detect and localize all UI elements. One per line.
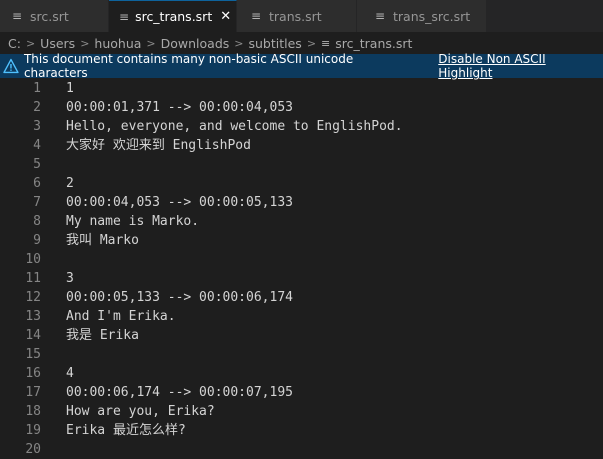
code-line[interactable]: 11 3 [0, 269, 603, 288]
code-line[interactable]: 3 Hello, everyone, and welcome to English… [0, 117, 603, 136]
file-lines-icon: ≡ [374, 9, 386, 23]
code-editor[interactable]: 1 1 2 00:00:01,371 --> 00:00:04,053 3 Hello, … [0, 78, 603, 459]
code-line[interactable]: 8 My name is Marko. [0, 212, 603, 231]
tab-trans-src-srt[interactable]: ≡ trans_src.srt [357, 0, 487, 32]
warning-icon [3, 58, 19, 74]
code-line[interactable]: 20 [0, 440, 603, 459]
code-line[interactable]: 18 How are you, Erika? [0, 402, 603, 421]
file-lines-icon: ≡ [250, 9, 262, 23]
breadcrumb-item[interactable]: C: [8, 36, 21, 51]
line-text: 00:00:04,053 --> 00:00:05,133 [66, 195, 293, 210]
line-number: 9 [33, 233, 41, 248]
disable-ascii-highlight-link[interactable]: Disable Non ASCII Highlight [438, 52, 603, 80]
code-line[interactable]: 13 And I'm Erika. [0, 307, 603, 326]
line-number: 16 [25, 366, 41, 381]
chevron-right-icon: > [25, 36, 36, 50]
close-icon[interactable]: ✕ [220, 9, 231, 24]
line-text: 4 [66, 366, 74, 381]
breadcrumb-item[interactable]: Downloads [161, 36, 230, 51]
line-text: 3 [66, 271, 74, 286]
line-number: 12 [25, 290, 41, 305]
line-text: 我叫 Marko [66, 233, 139, 248]
chevron-right-icon: > [80, 36, 90, 50]
code-line[interactable]: 2 00:00:01,371 --> 00:00:04,053 [0, 98, 603, 117]
line-number: 11 [25, 271, 41, 286]
code-line[interactable]: 16 4 [0, 364, 603, 383]
ascii-warning-banner: This document contains many non-basic AS… [0, 52, 603, 80]
line-text: How are you, Erika? [66, 404, 215, 419]
line-number: 13 [25, 309, 41, 324]
file-lines-icon: ≡ [11, 9, 23, 23]
line-number: 20 [25, 442, 41, 457]
line-number: 6 [33, 176, 41, 191]
line-text: 大家好 欢迎来到 EnglishPod [66, 138, 251, 153]
line-text: And I'm Erika. [66, 309, 176, 324]
code-line[interactable]: 17 00:00:06,174 --> 00:00:07,195 [0, 383, 603, 402]
line-number: 4 [33, 138, 41, 153]
code-line[interactable]: 15 [0, 345, 603, 364]
code-line[interactable]: 10 [0, 250, 603, 269]
tab-trans-srt[interactable]: ≡ trans.srt [237, 0, 357, 32]
breadcrumb-item[interactable]: subtitles [249, 36, 302, 51]
code-line[interactable]: 19 Erika 最近怎么样? [0, 421, 603, 440]
chevron-right-icon: > [146, 36, 156, 50]
code-line[interactable]: 9 我叫 Marko [0, 231, 603, 250]
line-text: 1 [66, 81, 74, 96]
breadcrumb-item[interactable]: huohua [94, 36, 141, 51]
file-lines-icon: ≡ [119, 9, 130, 24]
line-number: 7 [33, 195, 41, 210]
line-text: 00:00:05,133 --> 00:00:06,174 [66, 290, 293, 305]
line-text: 00:00:06,174 --> 00:00:07,195 [66, 385, 293, 400]
chevron-right-icon: > [234, 36, 244, 50]
code-line[interactable]: 5 [0, 155, 603, 174]
tab-src-trans-srt[interactable]: ≡ src_trans.srt ✕ [109, 0, 237, 32]
line-number: 10 [25, 252, 41, 267]
line-text: Erika 最近怎么样? [66, 423, 186, 438]
code-line[interactable]: 14 我是 Erika [0, 326, 603, 345]
tab-bar: ≡ src.srt ≡ src_trans.srt ✕ ≡ trans.srt … [0, 0, 603, 32]
code-line[interactable]: 4 大家好 欢迎来到 EnglishPod [0, 136, 603, 155]
tab-label: src.srt [30, 8, 69, 24]
chevron-right-icon: > [306, 36, 317, 50]
banner-message: This document contains many non-basic AS… [23, 52, 354, 80]
line-number: 19 [25, 423, 41, 438]
line-text: 我是 Erika [66, 328, 139, 343]
tab-src-srt[interactable]: ≡ src.srt [0, 0, 109, 32]
line-text: My name is Marko. [66, 214, 200, 229]
line-number: 3 [33, 119, 41, 134]
line-text: 00:00:01,371 --> 00:00:04,053 [66, 100, 293, 115]
line-number: 17 [25, 385, 41, 400]
line-number: 8 [33, 214, 41, 229]
code-line[interactable]: 7 00:00:04,053 --> 00:00:05,133 [0, 193, 603, 212]
breadcrumb-item[interactable]: src_trans.srt [335, 36, 412, 51]
line-number: 18 [25, 404, 41, 419]
breadcrumb-item[interactable]: Users [40, 36, 75, 51]
breadcrumb: C: > Users > huohua > Downloads > subtit… [0, 32, 603, 54]
line-number: 14 [25, 328, 41, 343]
line-number: 5 [33, 157, 41, 172]
code-line[interactable]: 11 [0, 79, 603, 98]
tab-label: trans.srt [269, 8, 322, 24]
line-number: 15 [25, 347, 41, 362]
code-line[interactable]: 12 00:00:05,133 --> 00:00:06,174 [0, 288, 603, 307]
file-lines-icon: ≡ [321, 36, 331, 50]
line-number: 2 [33, 100, 41, 115]
tab-label: src_trans.srt [135, 9, 213, 24]
line-text: 2 [66, 176, 74, 191]
line-number: 1 [33, 81, 41, 96]
tab-label: trans_src.srt [393, 8, 471, 24]
code-line[interactable]: 62 [0, 174, 603, 193]
line-text: Hello, everyone, and welcome to EnglishP… [66, 119, 403, 134]
